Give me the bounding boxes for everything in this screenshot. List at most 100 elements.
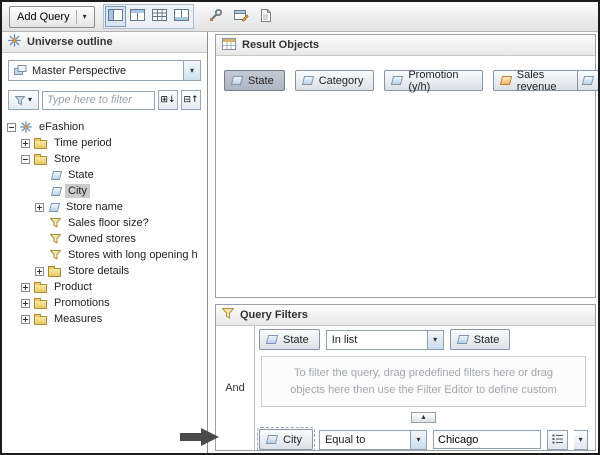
tree-item-label: Promotions	[54, 297, 110, 309]
pill-label: State	[473, 333, 500, 346]
tree-item-store-name[interactable]: Store name	[2, 199, 207, 215]
tree-item-store-details[interactable]: Store details	[2, 263, 207, 279]
filter-pill-city[interactable]: City	[257, 427, 315, 450]
result-pill-sales-revenue[interactable]: Sales revenue	[492, 69, 587, 93]
perspective-icon	[14, 65, 27, 76]
and-operator-label[interactable]: And	[225, 382, 245, 394]
tree-item-sales-floor-size[interactable]: Sales floor size?	[2, 215, 207, 231]
filter-type-button[interactable]: ▾	[8, 90, 39, 110]
window-pencil-icon	[233, 9, 249, 25]
tree-item-label: Measures	[54, 313, 103, 325]
tree-item-stores-long-opening[interactable]: Stores with long opening h	[2, 247, 207, 263]
filters-main: State In list ▾ State To filter the quer…	[254, 326, 592, 450]
window-edit-button[interactable]	[231, 6, 252, 27]
chevron-down-icon[interactable]: ▾	[410, 430, 426, 449]
collapse-row: ▲	[259, 410, 588, 423]
filter-value-pill-state[interactable]: State	[449, 329, 511, 350]
operator-value: In list	[331, 333, 358, 346]
filter-row-city: City Equal to ▾ Chicago ▾	[257, 427, 588, 450]
tree-item-measures[interactable]: Measures	[2, 311, 207, 327]
tree-item-label: Product	[54, 281, 92, 293]
value-list-button[interactable]	[547, 429, 569, 450]
tree-item-label: Sales floor size?	[68, 217, 149, 229]
layout-view-button[interactable]	[171, 6, 192, 27]
tree-search-input[interactable]	[42, 90, 155, 110]
tree-item-product[interactable]: Product	[2, 279, 207, 295]
tree-item-efashion[interactable]: eFashion	[2, 119, 207, 135]
universe-star-icon	[8, 34, 21, 50]
universe-outline-panel: Universe outline Master Perspective ▾ ▾ …	[2, 32, 208, 453]
folder-icon	[34, 137, 47, 149]
filter-row-state: State In list ▾ State	[259, 329, 588, 350]
pill-label: State	[283, 333, 309, 346]
universe-icon	[20, 121, 32, 133]
filter-value-input[interactable]	[433, 430, 541, 449]
annotation-arrow	[180, 428, 219, 446]
expand-toggle[interactable]	[35, 266, 44, 276]
data-view-button[interactable]	[149, 6, 170, 27]
chevron-down-icon[interactable]: ▾	[183, 61, 200, 80]
result-objects-header: Result Objects	[216, 35, 595, 56]
tree-item-state[interactable]: State	[2, 167, 207, 183]
dimension-icon	[48, 202, 61, 212]
tree-item-store[interactable]: Store	[2, 151, 207, 167]
universe-outline-header: Universe outline	[2, 32, 207, 53]
perspective-dropdown[interactable]: Master Perspective ▾	[8, 60, 201, 81]
pill-label: State	[248, 74, 274, 87]
toolbar: Add Query ▾	[2, 2, 598, 32]
document-icon	[260, 8, 272, 25]
wrench-icon	[209, 8, 223, 25]
tree-item-label: Store name	[66, 201, 123, 213]
tree-item-owned-stores[interactable]: Owned stores	[2, 231, 207, 247]
result-pill-clipped[interactable]	[577, 70, 598, 91]
collapse-up-button[interactable]: ▲	[411, 412, 436, 423]
panel-title: Universe outline	[27, 36, 113, 48]
dimension-icon	[391, 76, 404, 85]
filter-pill-state[interactable]: State	[259, 329, 320, 350]
pill-label: City	[283, 433, 302, 446]
data-view-icon	[151, 9, 167, 24]
collapse-all-button[interactable]: ⊟↑	[181, 90, 201, 110]
measure-icon	[499, 76, 512, 85]
result-objects-drop-zone[interactable]: State Category Promotion (y/h) Sales rev…	[216, 56, 598, 297]
panel-title: Query Filters	[240, 309, 308, 321]
query-panel-window: Add Query ▾ Universe outline Master Pers…	[0, 0, 600, 455]
expand-toggle[interactable]	[21, 298, 30, 308]
expand-toggle[interactable]	[35, 202, 44, 212]
tree-item-promotions[interactable]: Promotions	[2, 295, 207, 311]
value-list-dropdown[interactable]: ▾	[574, 429, 588, 450]
outline-view-icon	[107, 9, 123, 24]
wrench-button[interactable]	[206, 6, 227, 27]
filter-drop-hint: To filter the query, drag predefined fil…	[261, 356, 586, 407]
dimension-icon	[50, 170, 63, 180]
tree-item-city[interactable]: City	[2, 183, 207, 199]
operator-value: Equal to	[324, 433, 366, 446]
result-pill-promotion[interactable]: Promotion (y/h)	[384, 69, 483, 93]
dimension-icon	[265, 435, 279, 444]
expand-toggle[interactable]	[21, 282, 30, 292]
chevron-down-icon[interactable]: ▾	[426, 330, 443, 349]
tree-filter-row: ▾ ⊞↓ ⊟↑	[8, 90, 201, 110]
tree-item-time-period[interactable]: Time period	[2, 135, 207, 151]
expand-toggle[interactable]	[21, 138, 30, 148]
collapse-toggle[interactable]	[21, 154, 30, 164]
result-pill-state[interactable]: State	[224, 70, 285, 91]
operator-dropdown-in-list[interactable]: In list ▾	[325, 329, 444, 350]
collapse-toggle[interactable]	[7, 122, 16, 132]
expand-all-button[interactable]: ⊞↓	[158, 90, 178, 110]
add-query-button[interactable]: Add Query ▾	[9, 5, 95, 28]
result-objects-panel: Result Objects State Category Promotion …	[215, 34, 598, 298]
button-divider	[75, 9, 77, 24]
expand-toggle[interactable]	[21, 314, 30, 324]
document-button[interactable]	[256, 6, 277, 27]
result-view-button[interactable]	[127, 6, 148, 27]
tree-item-label: Owned stores	[68, 233, 136, 245]
filter-funnel-icon	[221, 308, 235, 322]
outline-view-button[interactable]	[104, 6, 126, 27]
tree-item-label: eFashion	[39, 121, 85, 133]
result-pill-category[interactable]: Category	[294, 70, 375, 91]
query-filters-body[interactable]: And State In list ▾ State To filter the …	[216, 326, 595, 450]
universe-tree: eFashion Time period Store State City St…	[2, 119, 207, 327]
operator-dropdown-equal-to[interactable]: Equal to ▾	[318, 429, 427, 450]
dimension-icon	[230, 76, 244, 85]
